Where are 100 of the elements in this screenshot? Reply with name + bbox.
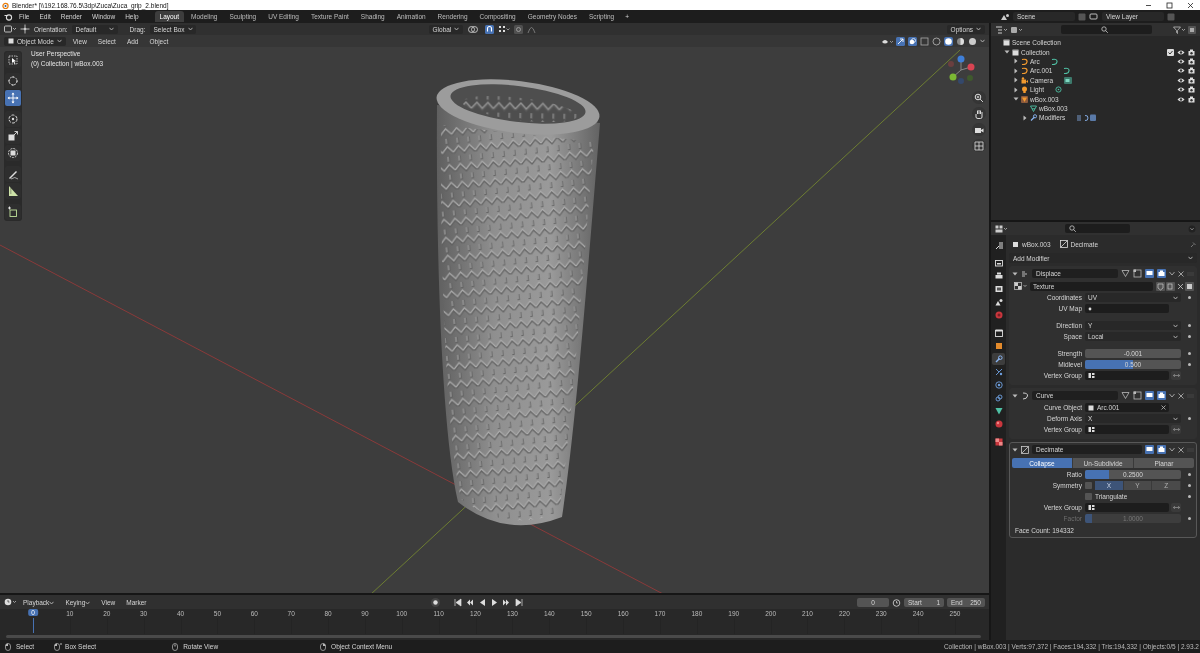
collapsed-arrow-icon[interactable] [1013, 58, 1019, 65]
camera-icon[interactable] [1188, 76, 1195, 84]
collapsed-arrow-icon[interactable] [1013, 86, 1019, 93]
invert-button[interactable] [1171, 503, 1181, 512]
play-icon[interactable] [490, 597, 500, 607]
eye-icon[interactable] [1177, 57, 1185, 65]
eye-icon[interactable] [1177, 76, 1185, 84]
expanded-arrow-icon[interactable] [1012, 392, 1018, 399]
tool-button[interactable] [5, 166, 21, 182]
keyframe-dot[interactable] [1187, 473, 1191, 476]
transform-icon[interactable] [20, 24, 30, 34]
navigation-button[interactable] [972, 107, 986, 120]
invert-button[interactable] [1171, 371, 1181, 380]
keyframe-dot[interactable] [1187, 296, 1191, 299]
properties-tab[interactable] [992, 296, 1005, 308]
monitor-icon[interactable] [1145, 445, 1154, 454]
expanded-arrow-icon[interactable] [1013, 96, 1019, 103]
solid-shading-icon[interactable] [944, 36, 953, 46]
vertex-group-field[interactable] [1085, 503, 1169, 512]
falloff-curve-icon[interactable] [527, 24, 537, 34]
close-icon[interactable] [1178, 270, 1184, 277]
stopwatch-icon[interactable] [892, 597, 901, 607]
camera-icon[interactable] [1157, 269, 1166, 278]
checkbox[interactable] [1167, 48, 1174, 56]
keyframe-dot[interactable] [1187, 324, 1191, 327]
new-collection-icon[interactable] [1188, 25, 1196, 34]
collapsed-arrow-icon[interactable] [1022, 114, 1028, 121]
navigation-button[interactable] [972, 139, 986, 152]
monitor-icon[interactable] [1145, 391, 1154, 400]
edit-mode-icon[interactable] [1133, 391, 1142, 400]
keyframe-dot[interactable] [1187, 495, 1191, 498]
rendered-shading-icon[interactable] [968, 36, 977, 46]
editor-type-icon[interactable] [995, 224, 1007, 233]
pin-icon[interactable] [1190, 240, 1197, 248]
keyframe-dot[interactable] [1187, 363, 1191, 366]
snap-icon[interactable] [485, 24, 495, 34]
jump-start-icon[interactable] [454, 597, 464, 607]
snap-grid-icon[interactable] [498, 24, 511, 34]
modifier-icons-drawing[interactable] [1076, 114, 1097, 122]
eye-icon[interactable] [1177, 67, 1185, 75]
editor-type-icon[interactable] [4, 25, 16, 33]
camera-icon[interactable] [1157, 391, 1166, 400]
monitor-icon[interactable] [1145, 269, 1154, 278]
dropdown-caret-icon[interactable] [1169, 393, 1175, 398]
expanded-arrow-icon[interactable] [1012, 446, 1018, 453]
eye-icon[interactable] [1177, 95, 1185, 103]
collapsed-arrow-icon[interactable] [1013, 67, 1019, 74]
camera-icon[interactable] [1157, 445, 1166, 454]
proportional-edit-icon[interactable] [514, 24, 524, 34]
close-icon[interactable] [1178, 392, 1184, 399]
tool-button[interactable] [5, 183, 21, 199]
keyframe-dot[interactable] [1187, 352, 1191, 355]
overlay-toggle-icon[interactable] [908, 36, 917, 46]
keyframe-dot[interactable] [1187, 417, 1191, 420]
vertex-group-field[interactable] [1085, 425, 1169, 434]
filter-icon[interactable] [1173, 25, 1185, 34]
checkbox[interactable] [1085, 482, 1092, 489]
properties-tab[interactable] [992, 257, 1005, 269]
camera-icon[interactable] [1188, 57, 1195, 65]
jump-end-icon[interactable] [514, 597, 524, 607]
close-icon[interactable] [1187, 1, 1194, 9]
camera-icon[interactable] [1188, 95, 1195, 103]
tool-button[interactable] [5, 145, 21, 161]
record-icon[interactable] [431, 597, 441, 607]
uv-map-field[interactable] [1085, 304, 1169, 313]
wireframe-shading-icon[interactable] [932, 36, 941, 46]
tool-button[interactable] [5, 90, 21, 106]
view-layer-icon[interactable] [1089, 12, 1099, 21]
camera-icon[interactable] [1188, 48, 1195, 56]
scene-icon[interactable] [1000, 12, 1010, 21]
vertex-group-field[interactable] [1085, 371, 1169, 380]
keyframe-dot[interactable] [1187, 335, 1191, 338]
clock-editor-icon[interactable] [4, 598, 16, 606]
navigation-button[interactable] [972, 123, 986, 136]
keyframe-dot[interactable] [1187, 517, 1191, 520]
keyframe-dot[interactable] [1187, 484, 1191, 487]
close-icon[interactable] [1178, 446, 1184, 453]
on-cage-icon[interactable] [1121, 269, 1130, 278]
previous-keyframe-icon[interactable] [466, 597, 476, 607]
tool-button[interactable] [5, 111, 21, 127]
properties-tab[interactable] [992, 327, 1005, 339]
model-drawing[interactable] [436, 79, 600, 526]
clear-icon[interactable] [1161, 405, 1166, 410]
tool-button[interactable] [5, 128, 21, 144]
material-shading-icon[interactable] [956, 36, 965, 46]
navigation-button[interactable] [972, 91, 986, 104]
texture-browse-icon[interactable] [1014, 282, 1027, 290]
eye-icon[interactable] [1177, 48, 1185, 56]
play-reverse-icon[interactable] [478, 597, 488, 607]
search-field[interactable] [1061, 25, 1152, 34]
properties-tab[interactable] [992, 379, 1005, 391]
on-cage-icon[interactable] [1121, 391, 1130, 400]
tool-button[interactable] [5, 52, 21, 68]
dropdown-caret-icon[interactable] [1169, 447, 1175, 452]
display-mode-icon[interactable] [1010, 25, 1022, 34]
scrollbar[interactable] [6, 635, 981, 638]
gizmo-toggle-icon[interactable] [896, 36, 905, 46]
tool-button[interactable] [5, 73, 21, 89]
edit-mode-icon[interactable] [1133, 269, 1142, 278]
properties-tab[interactable] [992, 353, 1005, 365]
